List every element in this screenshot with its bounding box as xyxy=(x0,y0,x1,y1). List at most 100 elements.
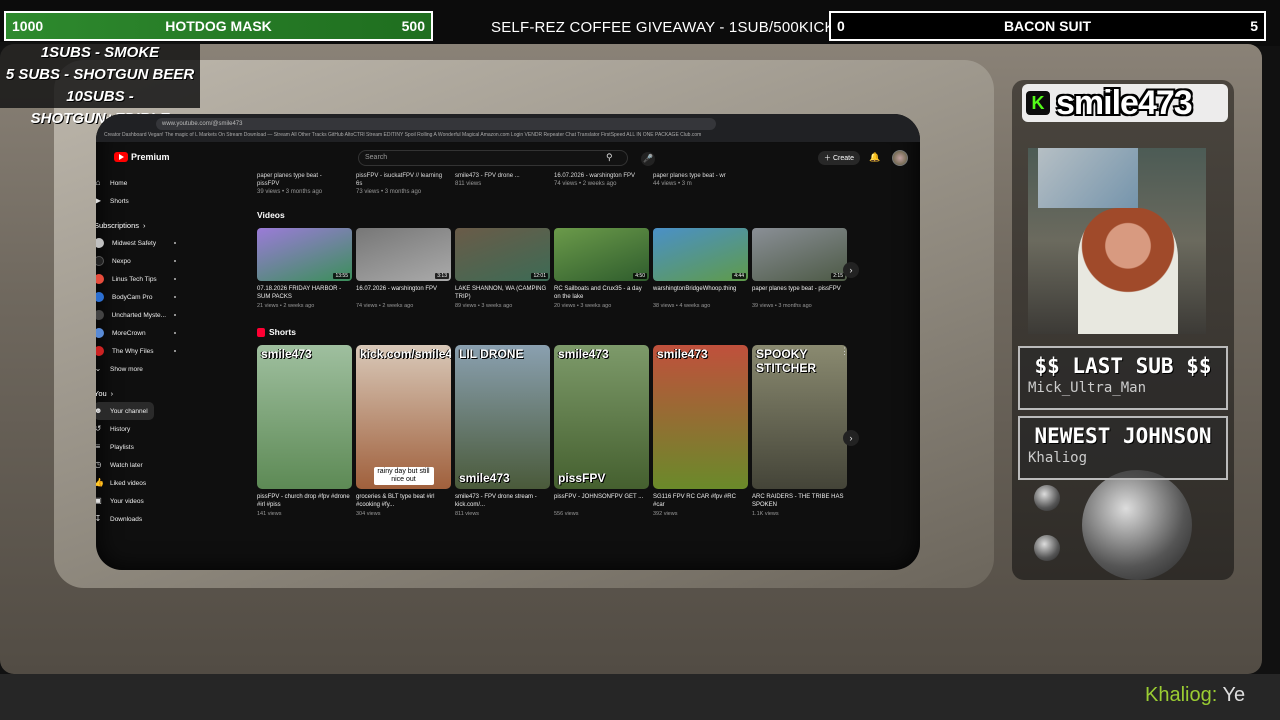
bell-icon[interactable]: 🔔 xyxy=(869,152,880,163)
tv-small-knob xyxy=(1034,485,1060,511)
sidebar-subscription[interactable]: Midwest Safety xyxy=(96,234,246,252)
sidebar-item-playlists[interactable]: ≡ Playlists xyxy=(96,438,246,456)
video-meta: 21 views • 2 weeks ago xyxy=(257,303,315,309)
sidebar-subscription[interactable]: Uncharted Myste... xyxy=(96,306,246,324)
video-meta: 74 views • 2 weeks ago xyxy=(356,303,414,309)
short-thumbnail[interactable]: kick.com/smile473 rainy day but still nic… xyxy=(356,345,451,489)
video-shelf: 13:55 07.18.2026 FRIDAY HARBOR - SUM PACK… xyxy=(257,228,857,309)
sidebar-subscription[interactable]: Nexpo xyxy=(96,252,246,270)
short-card[interactable]: smile473 pissFPV - church drop #fpv #dron… xyxy=(257,345,352,517)
short-thumbnail-tag: kick.com/smile473 xyxy=(360,347,451,361)
sidebar-item-shorts[interactable]: ▶ Shorts xyxy=(96,192,246,210)
short-card[interactable]: LIL DRONE smile473 smile473 - FPV drone st… xyxy=(455,345,550,517)
short-title[interactable]: pissFPV - church drop #fpv #drone #irl #… xyxy=(257,493,352,510)
goal-right-target: 5 xyxy=(1250,18,1258,34)
kick-logo-icon: K xyxy=(1026,91,1050,115)
video-title[interactable]: RC Sailboats and Crux35 - a day on the l… xyxy=(554,285,649,302)
shelf-next-arrow[interactable]: › xyxy=(843,262,859,278)
sidebar-subscription[interactable]: BodyCam Pro xyxy=(96,288,246,306)
video-title[interactable]: LAKE SHANNON, WA (CAMPING TRIP) xyxy=(455,285,550,302)
list-item[interactable]: pissFPV - isuckatFPV // learning 6s 73 vi… xyxy=(356,172,443,202)
video-thumbnail[interactable]: 3:13 xyxy=(356,228,451,281)
video-title[interactable]: paper planes type beat - pissFPV xyxy=(752,285,847,302)
video-duration: 2:15 xyxy=(831,273,845,279)
sidebar-show-more[interactable]: ⌄ Show more xyxy=(96,360,246,378)
video-title[interactable]: 16.07.2026 - warshington FPV xyxy=(356,285,451,302)
chat-message: Khaliog: Ye xyxy=(1145,684,1245,707)
sidebar-item-your-videos[interactable]: ▣ Your videos xyxy=(96,492,246,510)
short-card[interactable]: SPOOKY STITCHER ARC RAIDERS - THE TRIBE H… xyxy=(752,345,847,517)
bookmarks-bar[interactable]: Creator Dashboard Vegan! The magic of L … xyxy=(96,132,920,142)
playlist-icon: ≡ xyxy=(96,442,101,451)
search-icon[interactable]: ⚲ xyxy=(606,152,613,163)
sidebar-item-watch-later[interactable]: ◷ Watch later xyxy=(96,456,246,474)
sidebar-item-downloads[interactable]: ↧ Downloads xyxy=(96,510,246,528)
short-title[interactable]: SG116 FPV RC CAR #fpv #RC #car xyxy=(653,493,748,510)
video-card[interactable]: 2:15 paper planes type beat - pissFPV 39 v… xyxy=(752,228,847,309)
short-thumbnail[interactable]: smile473 pissFPV xyxy=(554,345,649,489)
avatar[interactable] xyxy=(892,150,908,166)
short-title[interactable]: groceries & BLT type beat #irl #cooking … xyxy=(356,493,451,510)
short-card[interactable]: kick.com/smile473 rainy day but still nic… xyxy=(356,345,451,517)
video-thumbnail[interactable]: 4:50 xyxy=(554,228,649,281)
list-item[interactable]: 16.07.2026 - warshington FPV 74 views • 2… xyxy=(554,172,641,202)
sidebar-subscription[interactable]: MoreCrown xyxy=(96,324,246,342)
video-card[interactable]: 13:55 07.18.2026 FRIDAY HARBOR - SUM PACK… xyxy=(257,228,352,309)
video-thumbnail[interactable]: 13:55 xyxy=(257,228,352,281)
sub-reward-line: 5 SUBS - SHOTGUN BEER xyxy=(5,66,195,83)
video-card[interactable]: 4:44 warshingtonBridgeWhoop.thing 38 views… xyxy=(653,228,748,309)
sidebar-you-header[interactable]: You› xyxy=(96,384,246,402)
video-title[interactable]: 07.18.2026 FRIDAY HARBOR - SUM PACKS xyxy=(257,285,352,302)
short-title[interactable]: ARC RAIDERS - THE TRIBE HAS SPOKEN xyxy=(752,493,847,510)
sidebar-subscription[interactable]: Linus Tech Tips xyxy=(96,270,246,288)
short-meta: 141 views xyxy=(257,511,282,517)
video-thumbnail[interactable]: 12:01 xyxy=(455,228,550,281)
previous-row: paper planes type beat - pissFPV 39 views… xyxy=(257,172,857,202)
last-sub-label: $$ LAST SUB $$ xyxy=(1034,354,1212,378)
list-item[interactable]: paper planes type beat - wr 44 views • 3 … xyxy=(653,172,740,202)
newest-name: Khaliog xyxy=(1028,450,1088,466)
short-meta: 304 views xyxy=(356,511,381,517)
mic-icon[interactable]: 🎤 xyxy=(641,152,655,166)
video-card[interactable]: 12:01 LAKE SHANNON, WA (CAMPING TRIP) 89 v… xyxy=(455,228,550,309)
sidebar-item-your-channel[interactable]: ☻ Your channel xyxy=(96,402,154,420)
kick-brand-banner: K smile473 xyxy=(1022,84,1228,122)
search-input[interactable]: Search xyxy=(358,150,628,166)
short-thumbnail[interactable]: smile473 xyxy=(653,345,748,489)
list-item[interactable]: paper planes type beat - pissFPV 39 views… xyxy=(257,172,344,202)
short-meta: 392 views xyxy=(653,511,678,517)
like-icon: 👍 xyxy=(96,478,104,487)
short-title[interactable]: pissFPV - JOHNSONFPV GET ... xyxy=(554,493,649,510)
sidebar-subscriptions-header[interactable]: Subscriptions › xyxy=(96,216,246,234)
video-thumbnail[interactable]: 4:44 xyxy=(653,228,748,281)
short-title[interactable]: smile473 - FPV drone stream - kick.com/.… xyxy=(455,493,550,510)
video-title[interactable]: warshingtonBridgeWhoop.thing xyxy=(653,285,748,302)
goal-bar-hotdog-mask: 1000 HOTDOG MASK 500 xyxy=(4,11,433,41)
list-item[interactable]: smile473 - FPV drone ... 811 views xyxy=(455,172,542,202)
video-meta: 38 views • 4 weeks ago xyxy=(653,303,711,309)
sidebar-item-liked-videos[interactable]: 👍 Liked videos xyxy=(96,474,246,492)
goal-right-title: BACON SUIT xyxy=(1003,18,1092,34)
more-icon[interactable]: ⋮ xyxy=(840,346,849,357)
address-bar[interactable]: www.youtube.com/@smile473 xyxy=(156,118,716,130)
chat-username: Khaliog: xyxy=(1145,684,1218,706)
youtube-play-icon xyxy=(114,152,128,162)
video-thumbnail[interactable]: 2:15 xyxy=(752,228,847,281)
youtube-logo-text: Premium xyxy=(131,152,170,162)
sidebar-item-home[interactable]: ⌂ Home xyxy=(96,174,246,192)
sidebar-subscription[interactable]: The Why Files xyxy=(96,342,246,360)
shelf-next-arrow[interactable]: › xyxy=(843,430,859,446)
create-button[interactable]: ＋ Create xyxy=(818,151,860,165)
video-card[interactable]: 3:13 16.07.2026 - warshington FPV 74 views… xyxy=(356,228,451,309)
short-thumbnail[interactable]: smile473 xyxy=(257,345,352,489)
chevron-right-icon: › xyxy=(110,388,114,398)
short-card[interactable]: smile473 SG116 FPV RC CAR #fpv #RC #car 39… xyxy=(653,345,748,517)
short-thumbnail[interactable]: LIL DRONE smile473 xyxy=(455,345,550,489)
youtube-logo[interactable]: Premium xyxy=(114,152,170,162)
video-duration: 4:50 xyxy=(633,273,647,279)
sidebar-item-history[interactable]: ↺ History xyxy=(96,420,246,438)
video-meta: 20 views • 3 weeks ago xyxy=(554,303,612,309)
short-thumbnail[interactable]: SPOOKY STITCHER xyxy=(752,345,847,489)
short-card[interactable]: smile473 pissFPV pissFPV - JOHNSONFPV GET … xyxy=(554,345,649,517)
video-card[interactable]: 4:50 RC Sailboats and Crux35 - a day on t… xyxy=(554,228,649,309)
